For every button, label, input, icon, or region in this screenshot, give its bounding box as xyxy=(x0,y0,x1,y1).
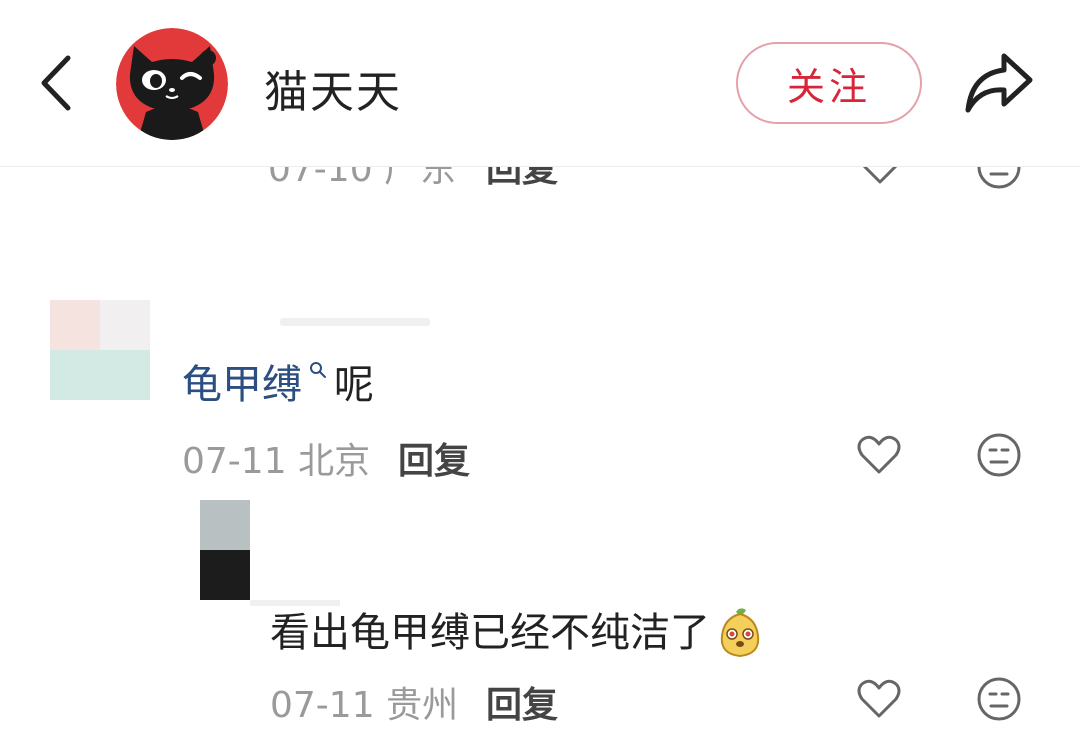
chevron-left-icon xyxy=(41,55,71,111)
neutral-face-icon xyxy=(977,166,1021,189)
mention-link[interactable]: 龟甲缚 xyxy=(182,362,302,408)
comment-body: 呢 xyxy=(334,362,374,408)
search-mention-icon xyxy=(308,360,328,380)
comment-text: 龟甲缚呢 xyxy=(182,352,374,410)
avatar-pixel xyxy=(100,300,150,350)
reply-button[interactable]: 回复 xyxy=(398,432,470,484)
previous-comment-meta: 07-10 广东 xyxy=(268,166,457,190)
previous-like-button[interactable] xyxy=(858,166,902,188)
comment-location: 贵州 xyxy=(386,685,459,726)
neutral-face-icon xyxy=(977,433,1021,477)
reply-comment-body: 看出龟甲缚已经不纯洁了 xyxy=(270,610,710,656)
account-avatar[interactable] xyxy=(116,28,228,140)
avatar-pixel xyxy=(50,300,100,350)
account-name[interactable]: 猫天天 xyxy=(264,56,402,120)
avatar-pixel xyxy=(200,550,250,600)
previous-reply-button[interactable]: 回复 xyxy=(486,166,558,192)
share-button[interactable] xyxy=(960,48,1036,118)
previous-comment-footer: 07-10 广东 回复 xyxy=(0,166,1080,206)
comment-location: 北京 xyxy=(298,441,371,482)
reply-commenter-avatar[interactable] xyxy=(200,500,250,600)
avatar-pixel xyxy=(200,500,250,550)
tmall-cat-avatar-icon xyxy=(116,28,228,140)
like-button[interactable] xyxy=(856,432,902,478)
back-button[interactable] xyxy=(30,50,90,116)
share-arrow-icon xyxy=(965,53,1033,113)
top-bar: 猫天天 关注 xyxy=(0,0,1080,167)
heart-outline-icon xyxy=(857,679,901,718)
avatar-pixel xyxy=(50,350,150,400)
reply-comment-meta: 07-11 贵州 xyxy=(270,676,458,728)
follow-button[interactable]: 关注 xyxy=(736,42,922,124)
blurred-username xyxy=(280,318,430,326)
reply-button[interactable]: 回复 xyxy=(486,676,558,728)
pear-sticker-emoji-icon xyxy=(716,606,764,658)
reaction-button[interactable] xyxy=(976,432,1022,478)
neutral-face-icon xyxy=(977,677,1021,721)
reaction-button[interactable] xyxy=(976,676,1022,722)
comment-date: 07-11 xyxy=(270,685,375,726)
heart-outline-icon xyxy=(857,435,901,474)
previous-reaction-button[interactable] xyxy=(976,166,1022,190)
comment-meta: 07-11 北京 xyxy=(182,432,370,484)
reply-comment-text: 看出龟甲缚已经不纯洁了 xyxy=(270,600,764,658)
comment-date: 07-11 xyxy=(182,441,287,482)
commenter-avatar[interactable] xyxy=(50,300,150,400)
heart-outline-icon xyxy=(862,166,898,184)
like-button[interactable] xyxy=(856,676,902,722)
